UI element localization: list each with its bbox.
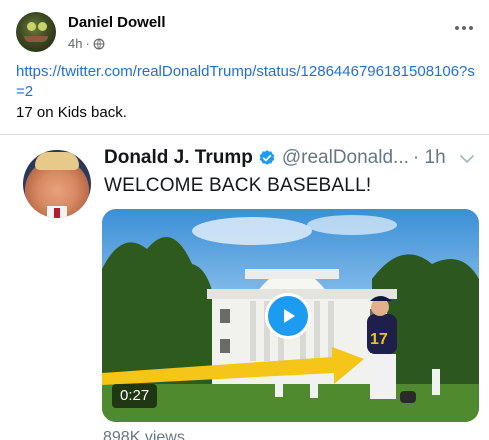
author-name[interactable]: Daniel Dowell [68, 14, 166, 31]
more-dot [462, 26, 466, 30]
author-avatar[interactable] [16, 12, 56, 52]
tweet-header: Donald J. Trump @realDonald... · 1h [104, 147, 446, 169]
globe-icon[interactable] [93, 38, 105, 50]
tweet-text: WELCOME BACK BASEBALL! [104, 175, 372, 196]
video-duration: 0:27 [112, 384, 158, 408]
more-horizontal-icon [455, 26, 459, 30]
post-timestamp[interactable]: 4h [68, 36, 82, 51]
tweet-author-name[interactable]: Donald J. Trump [104, 147, 253, 169]
verified-badge-icon [259, 150, 275, 165]
svg-text:17: 17 [370, 331, 388, 348]
avatar-eye-right [38, 22, 47, 31]
avatar-hair [35, 152, 79, 170]
tweet-handle[interactable]: @realDonald... [282, 147, 409, 169]
play-button[interactable] [265, 293, 311, 339]
avatar-eye-left [27, 22, 36, 31]
post-header: Daniel Dowell 4h · [0, 0, 489, 60]
tweet-author-avatar[interactable] [23, 150, 91, 218]
post-link[interactable]: https://twitter.com/realDonaldTrump/stat… [16, 62, 476, 102]
more-options-button[interactable] [453, 18, 475, 38]
embedded-tweet[interactable]: Donald J. Trump @realDonald... · 1h WELC… [0, 135, 489, 440]
tweet-timestamp[interactable]: · 1h [413, 147, 446, 169]
meta-separator: · [85, 36, 90, 51]
view-count: 898K views [103, 429, 185, 440]
post-text: 17 on Kids back. [16, 104, 127, 121]
play-icon [284, 309, 295, 323]
more-dot [469, 26, 473, 30]
avatar-mouth [24, 36, 48, 42]
video-player[interactable]: 17 0:27 [102, 209, 479, 422]
chevron-down-icon[interactable] [459, 153, 475, 165]
post-meta: 4h · [68, 36, 105, 51]
avatar-tie [54, 208, 60, 218]
